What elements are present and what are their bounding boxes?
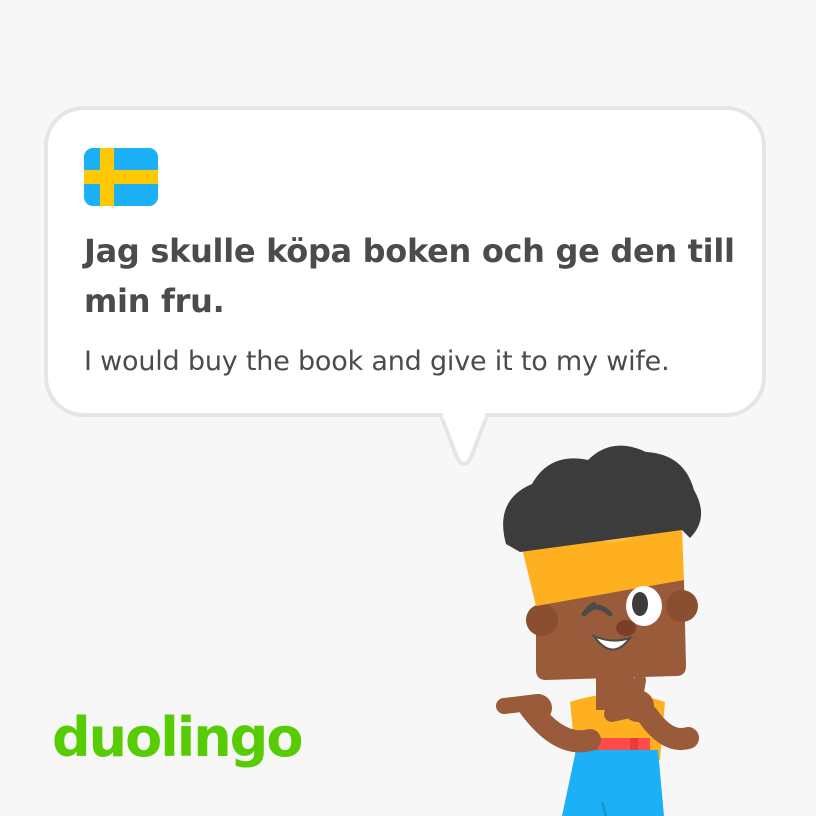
english-translation: I would buy the book and give it to my w… bbox=[84, 346, 670, 377]
duolingo-logo: duolingo bbox=[52, 706, 303, 769]
winking-character-illustration bbox=[496, 445, 702, 816]
swedish-sentence: Jag skulle köpa boken och ge den till mi… bbox=[84, 232, 735, 320]
sweden-flag-icon bbox=[84, 148, 158, 206]
